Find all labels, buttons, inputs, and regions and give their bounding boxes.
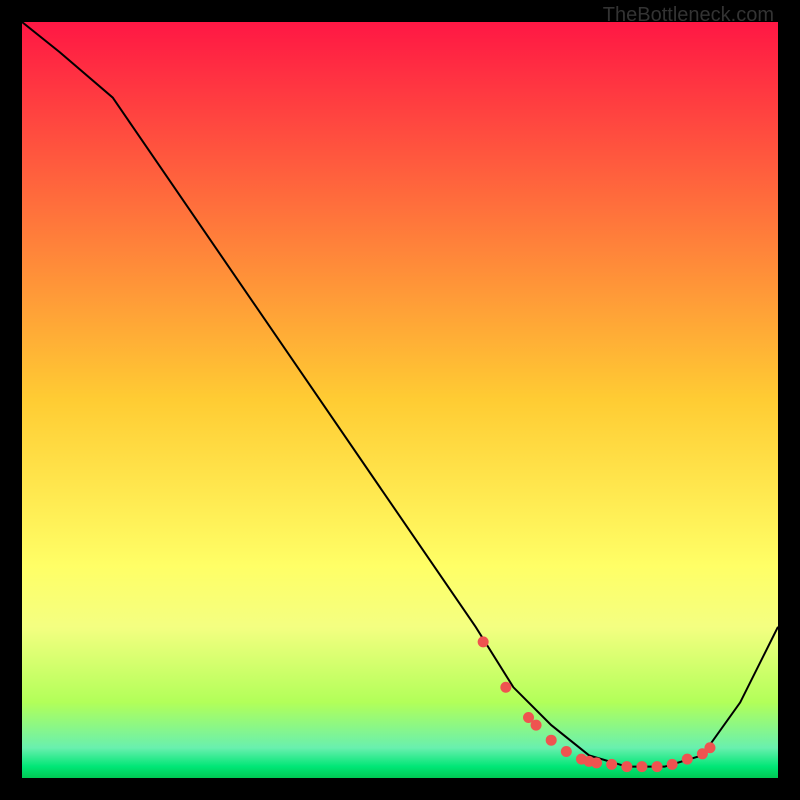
- marker-dot: [667, 759, 678, 770]
- marker-dot: [478, 636, 489, 647]
- chart-background: [22, 22, 778, 778]
- marker-dot: [652, 761, 663, 772]
- marker-dot: [636, 761, 647, 772]
- chart-frame: [22, 22, 778, 778]
- marker-dot: [704, 742, 715, 753]
- marker-dot: [606, 759, 617, 770]
- marker-dot: [682, 754, 693, 765]
- marker-dot: [531, 720, 542, 731]
- marker-dot: [591, 757, 602, 768]
- marker-dot: [621, 761, 632, 772]
- marker-dot: [546, 735, 557, 746]
- marker-dot: [561, 746, 572, 757]
- marker-dot: [500, 682, 511, 693]
- chart-svg: [22, 22, 778, 778]
